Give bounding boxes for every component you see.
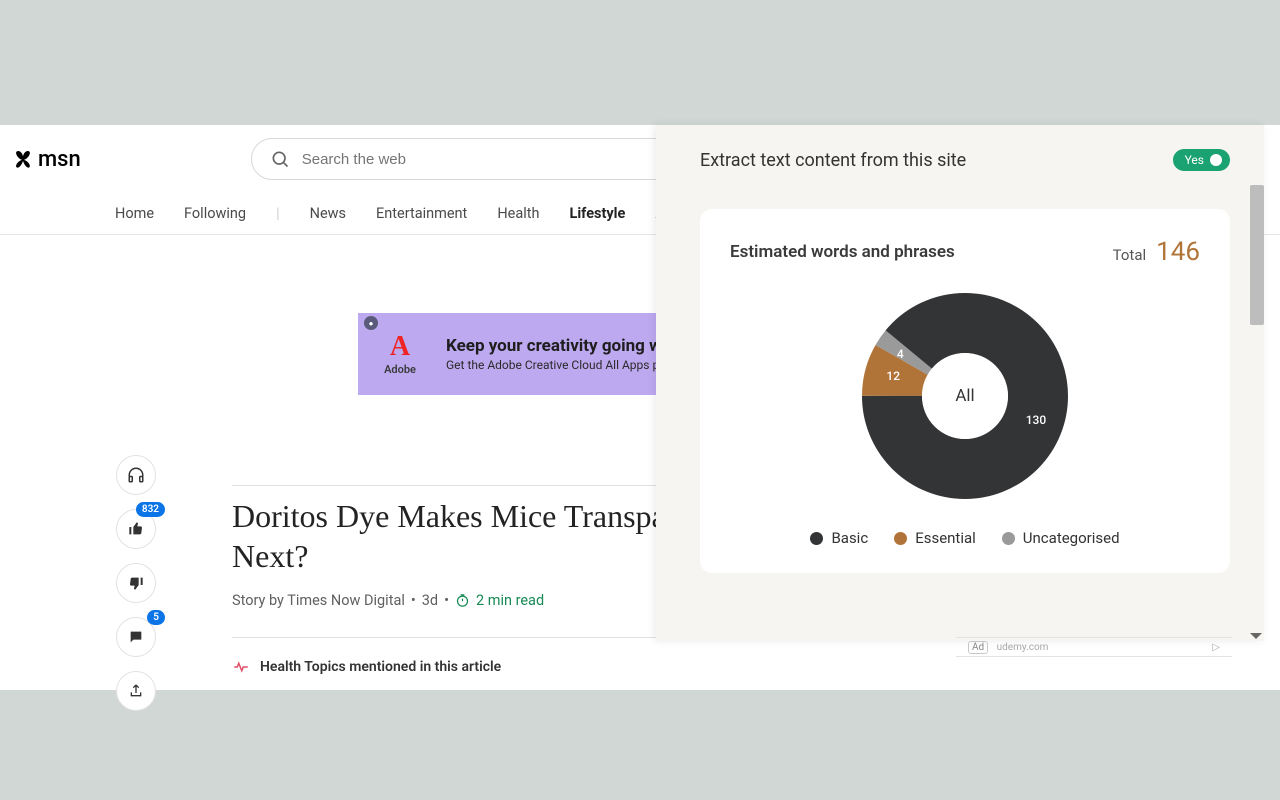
adobe-brand-text: Adobe <box>384 363 416 376</box>
extension-panel: Extract text content from this site Yes … <box>656 125 1264 641</box>
health-topics-section: Health Topics mentioned in this article <box>232 637 912 676</box>
panel-header: Extract text content from this site Yes <box>700 149 1230 171</box>
toggle-label: Yes <box>1185 153 1204 167</box>
donut-slice-label-uncategorised: 4 <box>897 347 904 361</box>
headphones-icon <box>127 466 145 484</box>
dislike-button[interactable] <box>116 563 156 603</box>
total-label: Total <box>1113 246 1147 264</box>
ad-source: udemy.com <box>997 642 1049 653</box>
share-button[interactable] <box>116 671 156 711</box>
ad-copy: Keep your creativity going w Get the Ado… <box>446 336 662 372</box>
legend: Basic Essential Uncategorised <box>730 529 1200 547</box>
adobe-logo: A Adobe <box>372 326 428 382</box>
logo-text: msn <box>38 147 81 172</box>
byline-author: Story by Times Now Digital <box>232 592 405 609</box>
read-time: 2 min read <box>476 592 544 609</box>
legend-label-uncategorised: Uncategorised <box>1023 529 1120 547</box>
share-icon <box>128 683 144 699</box>
legend-essential[interactable]: Essential <box>894 529 976 547</box>
legend-uncategorised[interactable]: Uncategorised <box>1002 529 1120 547</box>
adobe-glyph: A <box>390 333 410 361</box>
nav-entertainment[interactable]: Entertainment <box>376 205 467 222</box>
words-card: Estimated words and phrases Total 146 Al… <box>700 209 1230 573</box>
byline-age: 3d <box>422 592 438 609</box>
ad-arrow-icon[interactable]: ▷ <box>1212 642 1220 653</box>
nav-following[interactable]: Following <box>184 205 246 222</box>
legend-label-essential: Essential <box>915 529 976 547</box>
action-rail: 832 5 <box>116 455 156 711</box>
ad-privacy-icon[interactable]: ● <box>364 316 378 330</box>
like-button[interactable]: 832 <box>116 509 156 549</box>
health-topics-label: Health Topics mentioned in this article <box>260 659 501 675</box>
comment-icon <box>128 629 144 645</box>
comment-count-badge: 5 <box>147 610 165 625</box>
donut-chart: All 12 4 130 <box>730 291 1200 501</box>
listen-button[interactable] <box>116 455 156 495</box>
nav-health[interactable]: Health <box>497 205 539 222</box>
search-icon <box>270 149 290 169</box>
ad-sub: Get the Adobe Creative Cloud All Apps pl <box>446 358 662 372</box>
panel-scrollbar[interactable] <box>1250 185 1264 325</box>
timer-icon <box>455 593 470 608</box>
sidebar-ad-footer[interactable]: Ad udemy.com ▷ <box>956 637 1232 657</box>
ad-headline: Keep your creativity going w <box>446 336 662 356</box>
nav-separator: | <box>276 205 280 222</box>
total-wrap: Total 146 <box>1113 237 1200 267</box>
panel-dropdown-icon[interactable] <box>1250 633 1262 639</box>
legend-label-basic: Basic <box>831 529 868 547</box>
swatch-essential <box>894 532 907 545</box>
panel-title: Extract text content from this site <box>700 150 966 171</box>
butterfly-icon <box>12 148 34 170</box>
comment-button[interactable]: 5 <box>116 617 156 657</box>
legend-basic[interactable]: Basic <box>810 529 868 547</box>
extract-toggle[interactable]: Yes <box>1173 149 1230 171</box>
swatch-uncat <box>1002 532 1015 545</box>
total-value: 146 <box>1156 237 1200 267</box>
thumbs-down-icon <box>128 575 144 591</box>
donut-center-label: All <box>955 386 974 406</box>
toggle-knob <box>1210 154 1222 166</box>
heartbeat-icon <box>232 658 250 676</box>
swatch-bas5 <box>810 532 823 545</box>
nav-news[interactable]: News <box>310 205 346 222</box>
donut-slice-label-essential: 12 <box>886 369 900 383</box>
card-header: Estimated words and phrases Total 146 <box>730 237 1200 267</box>
thumbs-up-icon <box>128 521 144 537</box>
nav-lifestyle[interactable]: Lifestyle <box>570 205 626 222</box>
donut-slice-label-basic: 130 <box>1026 413 1046 427</box>
ad-tag: Ad <box>968 641 988 654</box>
nav-home[interactable]: Home <box>115 205 154 222</box>
msn-logo[interactable]: msn <box>12 147 81 172</box>
card-title: Estimated words and phrases <box>730 242 955 262</box>
like-count-badge: 832 <box>136 502 165 517</box>
